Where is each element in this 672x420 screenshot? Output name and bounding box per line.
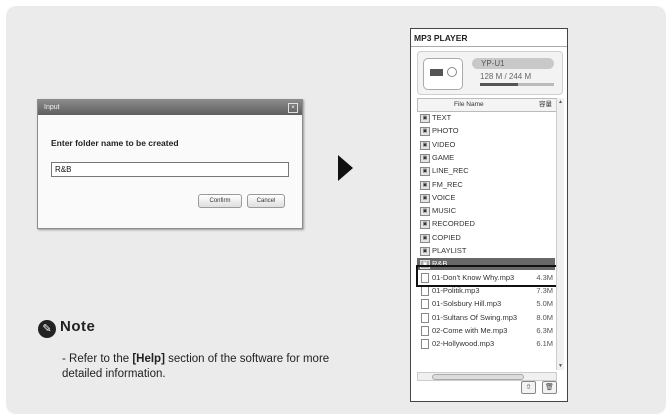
folder-row[interactable]: ▣ LINE_REC (417, 165, 555, 177)
folder-row[interactable]: ▣ TEXT (417, 112, 555, 124)
file-icon (421, 339, 429, 350)
file-row[interactable]: 01-Sultans Of Swing.mp3 8.0M (417, 312, 555, 324)
folder-row[interactable]: ▣ RECORDED (417, 218, 555, 230)
close-icon[interactable]: × (288, 103, 298, 113)
help-reference: [Help] (132, 353, 165, 365)
row-name: COPIED (432, 232, 461, 242)
note-title: Note (60, 318, 96, 335)
row-name: PLAYLIST (432, 246, 467, 255)
row-name: GAME (432, 152, 455, 162)
folder-icon: ▣ (420, 167, 430, 177)
folder-icon: ▣ (420, 193, 430, 203)
column-size[interactable]: 容量 (539, 99, 552, 111)
row-name: FM_REC (432, 179, 463, 189)
folder-row[interactable]: ▣ PLAYLIST (417, 245, 555, 257)
folder-name-input[interactable]: R&B (51, 162, 289, 177)
selection-highlight-box (416, 265, 564, 287)
row-name: 01-Solsbury Hill.mp3 (432, 299, 502, 309)
row-name: 02-Come with Me.mp3 (432, 325, 508, 335)
file-icon (421, 299, 429, 310)
row-name: TEXT (432, 113, 452, 122)
horizontal-scrollbar[interactable] (417, 372, 557, 381)
folder-row[interactable]: ▣ MUSIC (417, 205, 555, 217)
vertical-scrollbar[interactable]: ▲ ▼ (556, 98, 564, 370)
row-name: PHOTO (432, 126, 459, 136)
right-arrow-icon (338, 155, 353, 181)
file-row[interactable]: 02-Hollywood.mp3 6.1M (417, 338, 555, 350)
folder-icon: ▣ (420, 207, 430, 217)
scroll-down-icon[interactable]: ▼ (557, 363, 564, 369)
file-row[interactable]: 02-Come with Me.mp3 6.3M (417, 325, 555, 337)
scroll-thumb[interactable] (432, 374, 524, 380)
dialog-title-bar: Input × (38, 100, 302, 115)
scroll-up-icon[interactable]: ▲ (557, 99, 564, 105)
device-panel: YP-U1 128 M / 244 M (417, 51, 563, 95)
row-name: VIDEO (432, 139, 456, 149)
file-icon (421, 325, 429, 336)
folder-row[interactable]: ▣ GAME (417, 152, 555, 164)
folder-row[interactable]: ▣ PHOTO (417, 125, 555, 137)
file-list-header[interactable]: File Name 容量 (417, 98, 557, 112)
folder-icon: ▣ (420, 220, 430, 230)
row-name: MUSIC (432, 206, 457, 216)
upload-icon[interactable]: ⇧ (521, 381, 536, 394)
cancel-button[interactable]: Cancel (247, 194, 285, 208)
note-text: - Refer to the [Help] section of the sof… (62, 353, 330, 380)
file-list[interactable]: ▣ TEXT ▣ PHOTO ▣ VIDEO ▣ GAME ▣ LINE_REC ▣ FM_REC ▣ V… (417, 112, 555, 370)
folder-icon: ▣ (420, 233, 430, 243)
capacity-bar (480, 83, 554, 86)
row-name: VOICE (432, 192, 456, 202)
folder-row[interactable]: ▣ VIDEO (417, 139, 555, 151)
row-name: RECORDED (432, 219, 475, 229)
divider (411, 46, 567, 47)
folder-icon: ▣ (420, 153, 430, 163)
row-size: 8.0M (536, 312, 553, 322)
folder-icon: ▣ (420, 114, 430, 123)
row-size: 5.0M (536, 299, 553, 309)
mp3-player-window: MP3 PLAYER YP-U1 128 M / 244 M File Name… (410, 28, 568, 402)
device-capacity: 128 M / 244 M (480, 72, 532, 81)
dialog-title: Input (44, 104, 60, 111)
row-size: 6.1M (536, 339, 553, 349)
dialog-prompt: Enter folder name to be created (51, 138, 179, 148)
column-file-name[interactable]: File Name (454, 99, 484, 111)
row-name: 01-Sultans Of Swing.mp3 (432, 312, 518, 322)
delete-icon[interactable]: 🗑 (542, 381, 557, 394)
folder-icon: ▣ (420, 127, 430, 137)
row-name: LINE_REC (432, 166, 469, 176)
folder-row[interactable]: ▣ VOICE (417, 192, 555, 204)
device-icon (423, 58, 463, 90)
folder-icon: ▣ (420, 180, 430, 190)
folder-row[interactable]: ▣ COPIED (417, 232, 555, 244)
pencil-note-icon: ✎ (38, 320, 56, 338)
folder-row[interactable]: ▣ FM_REC (417, 179, 555, 191)
confirm-button[interactable]: Confirm (198, 194, 242, 208)
folder-icon: ▣ (420, 140, 430, 150)
player-title: MP3 PLAYER (414, 33, 468, 43)
row-name: 02-Hollywood.mp3 (432, 339, 495, 349)
file-icon (421, 312, 429, 323)
file-icon (421, 285, 429, 296)
device-name: YP-U1 (472, 58, 554, 69)
row-size: 6.3M (536, 325, 553, 335)
folder-icon: ▣ (420, 247, 430, 256)
input-dialog: Input × Enter folder name to be created … (37, 99, 303, 229)
file-row[interactable]: 01-Solsbury Hill.mp3 5.0M (417, 298, 555, 310)
